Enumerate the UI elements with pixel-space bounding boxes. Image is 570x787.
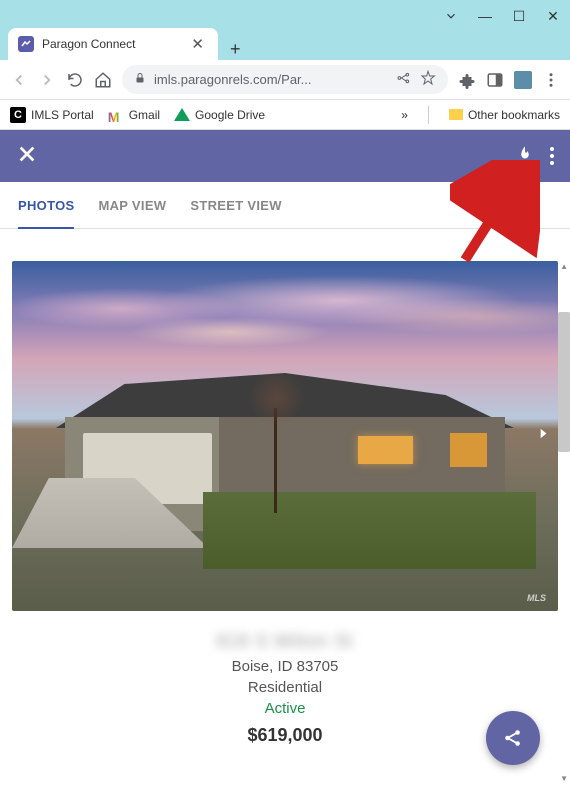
gmail-icon xyxy=(108,109,124,121)
property-photo[interactable]: MLS xyxy=(12,261,558,611)
folder-icon xyxy=(449,109,463,120)
property-price: $619,000 xyxy=(0,725,570,746)
app-content: PHOTOS MAP VIEW STREET VIEW MLS 818 S Mi… xyxy=(0,130,570,787)
bookmark-gmail[interactable]: Gmail xyxy=(108,108,160,122)
close-button[interactable] xyxy=(16,143,38,170)
share-url-icon[interactable] xyxy=(396,70,412,89)
browser-nav-bar: imls.paragonrels.com/Par... xyxy=(0,60,570,100)
property-city: Boise, ID 83705 xyxy=(0,658,570,675)
tab-close-button[interactable]: ✕ xyxy=(187,35,208,53)
tab-map-view[interactable]: MAP VIEW xyxy=(98,198,166,228)
bookmark-label: Google Drive xyxy=(195,108,265,122)
scroll-down-icon[interactable]: ▼ xyxy=(560,774,568,783)
property-status: Active xyxy=(0,700,570,717)
view-tabs: PHOTOS MAP VIEW STREET VIEW xyxy=(0,182,570,229)
window-maximize-button[interactable]: ☐ xyxy=(512,9,526,23)
next-photo-button[interactable] xyxy=(536,425,550,448)
other-bookmarks-button[interactable]: Other bookmarks xyxy=(449,108,560,122)
mls-watermark: MLS xyxy=(527,593,546,603)
scrollbar-thumb[interactable] xyxy=(558,312,570,452)
share-button[interactable] xyxy=(486,711,540,765)
tab-title: Paragon Connect xyxy=(42,37,179,51)
browser-tab[interactable]: Paragon Connect ✕ xyxy=(8,28,218,60)
bookmark-label: Gmail xyxy=(129,108,160,122)
window-dropdown-icon[interactable] xyxy=(444,9,458,23)
tab-favicon-icon xyxy=(18,36,34,52)
imls-icon: C xyxy=(10,107,26,123)
window-minimize-button[interactable]: — xyxy=(478,9,492,23)
property-type: Residential xyxy=(0,679,570,696)
browser-tab-bar: Paragon Connect ✕ + xyxy=(0,28,570,60)
back-button[interactable] xyxy=(10,71,28,89)
divider xyxy=(428,106,429,124)
sidepanel-icon[interactable] xyxy=(486,71,504,89)
browser-menu-button[interactable] xyxy=(542,71,560,89)
property-address: 818 S Milton St xyxy=(0,631,570,652)
tab-photos[interactable]: PHOTOS xyxy=(18,198,74,229)
lock-icon xyxy=(134,71,146,88)
url-bar[interactable]: imls.paragonrels.com/Par... xyxy=(122,65,448,94)
forward-button[interactable] xyxy=(38,71,56,89)
new-tab-button[interactable]: + xyxy=(218,39,253,60)
bookmark-drive[interactable]: Google Drive xyxy=(174,108,265,122)
url-text: imls.paragonrels.com/Par... xyxy=(154,72,388,87)
property-info: 818 S Milton St Boise, ID 83705 Resident… xyxy=(0,611,570,746)
bookmark-imls[interactable]: C IMLS Portal xyxy=(10,107,94,123)
bookmarks-bar: C IMLS Portal Gmail Google Drive » Other… xyxy=(0,100,570,130)
more-menu-button[interactable] xyxy=(550,147,554,165)
bookmarks-overflow-button[interactable]: » xyxy=(401,108,408,122)
app-header xyxy=(0,130,570,182)
scroll-up-icon[interactable]: ▲ xyxy=(560,262,568,271)
tab-street-view[interactable]: STREET VIEW xyxy=(190,198,281,228)
extensions-icon[interactable] xyxy=(458,71,476,89)
hot-listing-icon[interactable] xyxy=(516,144,534,169)
bookmark-label: Other bookmarks xyxy=(468,108,560,122)
window-close-button[interactable]: ✕ xyxy=(546,9,560,23)
reload-button[interactable] xyxy=(66,71,84,89)
extension-badge-icon[interactable] xyxy=(514,71,532,89)
drive-icon xyxy=(174,108,190,121)
home-button[interactable] xyxy=(94,71,112,89)
bookmark-label: IMLS Portal xyxy=(31,108,94,122)
bookmark-star-icon[interactable] xyxy=(420,70,436,89)
